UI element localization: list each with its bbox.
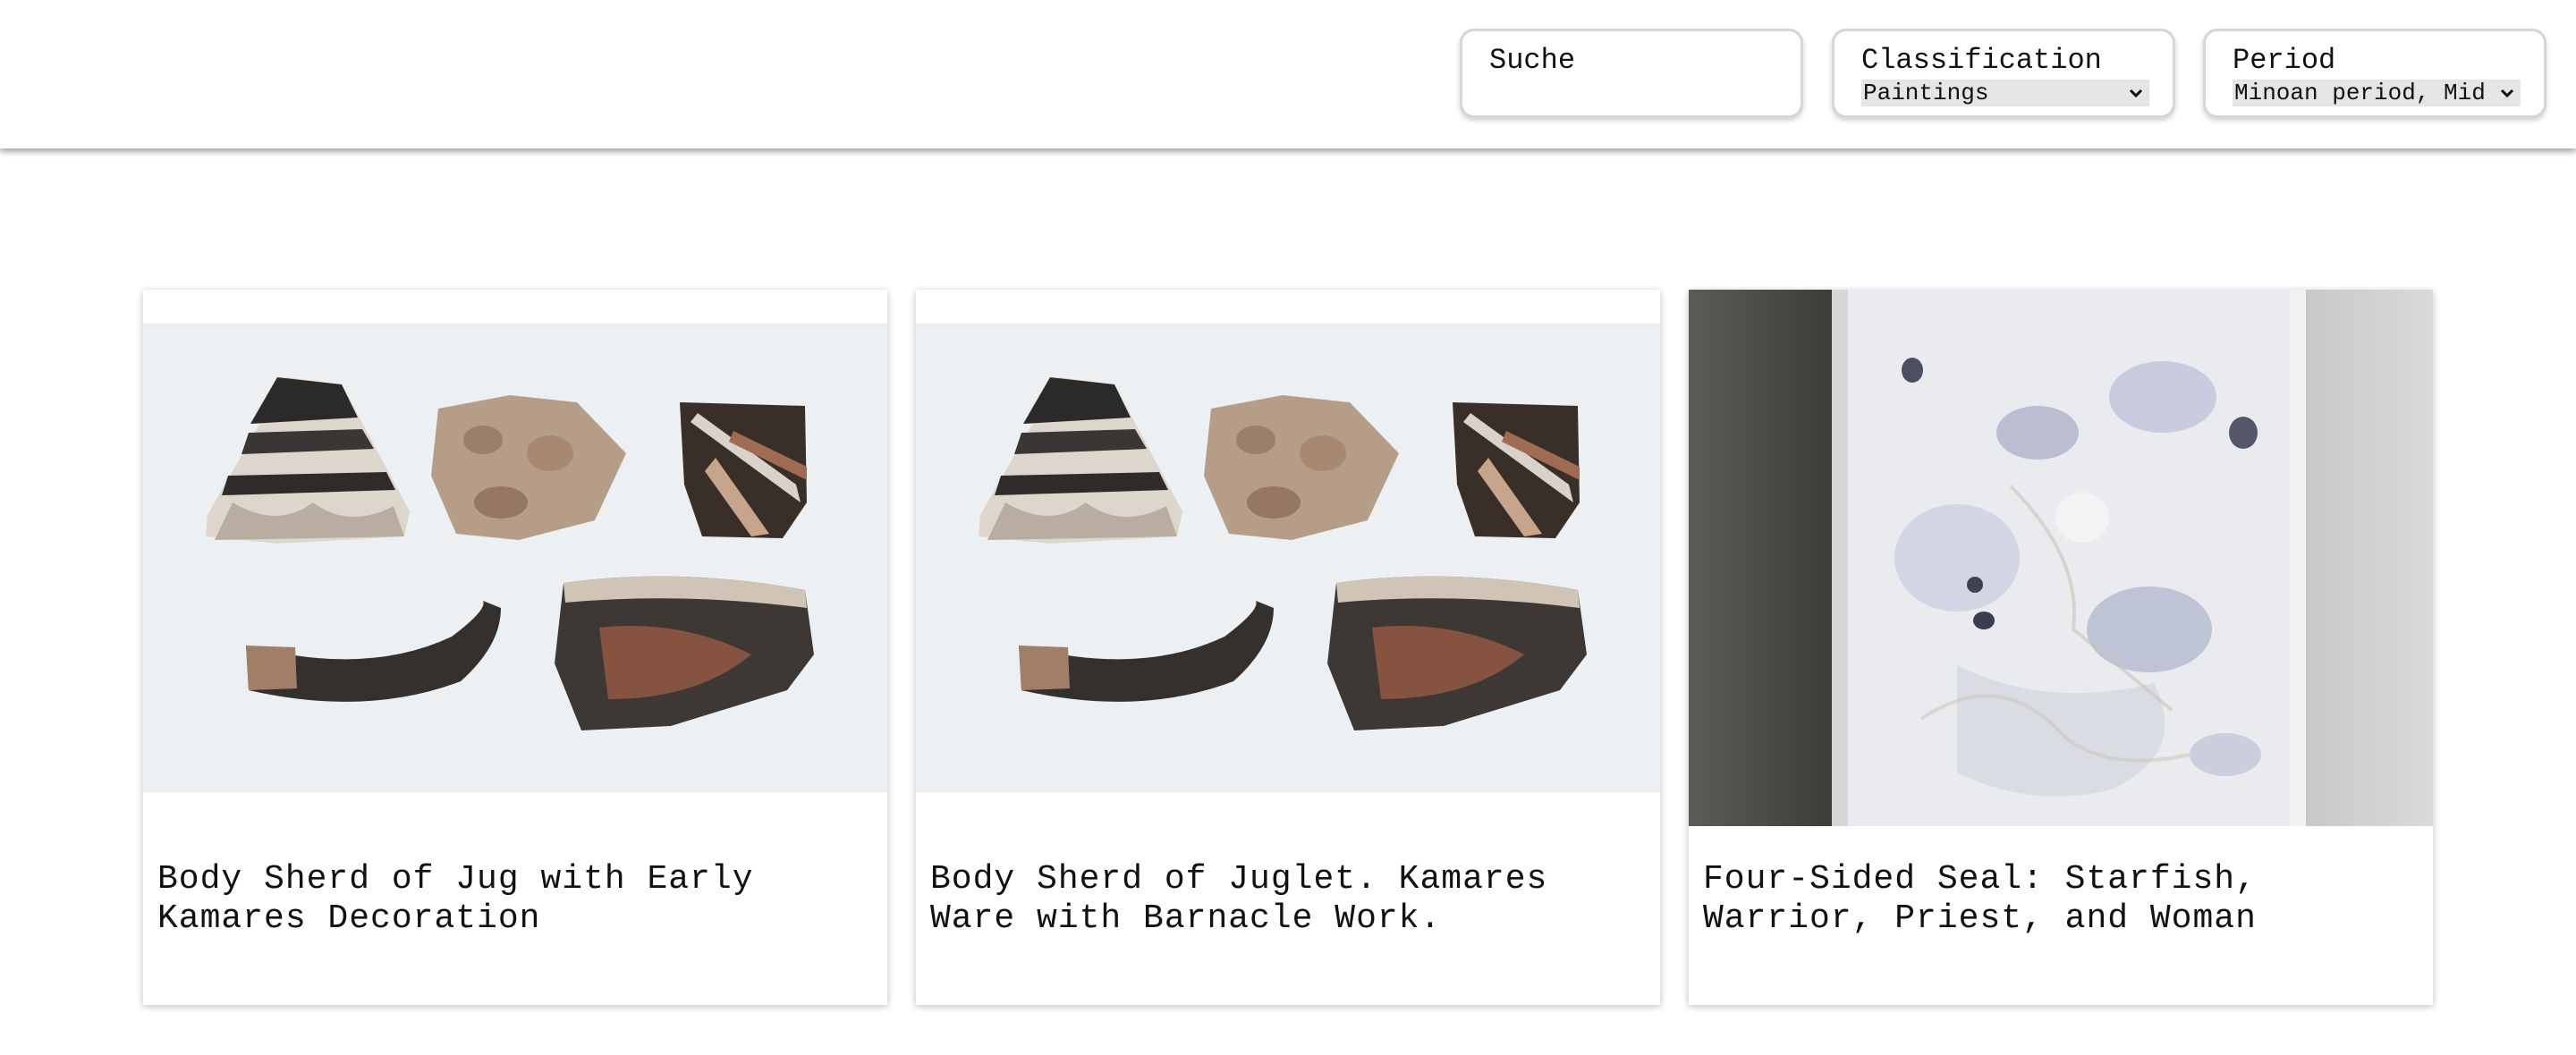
search-filter[interactable]: Suche <box>1460 29 1803 118</box>
period-selected-value: Minoan period, Mid <box>2234 80 2486 106</box>
period-label: Period <box>2233 44 2336 77</box>
result-card[interactable]: Body Sherd of Jug with Early Kamares Dec… <box>143 290 887 1005</box>
chevron-down-icon <box>2500 89 2514 98</box>
chevron-down-icon <box>2129 89 2143 98</box>
classification-filter: Classification Paintings <box>1832 29 2175 118</box>
classification-select[interactable]: Paintings <box>1861 80 2149 106</box>
search-label: Suche <box>1489 44 1576 77</box>
pottery-sherds-image <box>143 324 887 792</box>
period-filter: Period Minoan period, Mid <box>2203 29 2546 118</box>
card-title: Four-Sided Seal: Starfish, Warrior, Prie… <box>1703 860 2257 938</box>
period-select[interactable]: Minoan period, Mid <box>2233 80 2521 106</box>
result-card[interactable]: Body Sherd of Juglet. Kamares Ware with … <box>916 290 1660 1005</box>
classification-selected-value: Paintings <box>1863 80 1989 106</box>
pottery-sherds-image <box>916 324 1660 792</box>
search-input[interactable] <box>1489 78 1774 108</box>
filter-bar: Suche Classification Paintings Period Mi… <box>0 0 2576 148</box>
classification-label: Classification <box>1861 44 2102 77</box>
stone-seal-image <box>1689 290 2433 826</box>
card-title: Body Sherd of Jug with Early Kamares Dec… <box>157 860 754 938</box>
result-card[interactable]: Four-Sided Seal: Starfish, Warrior, Prie… <box>1689 290 2433 1005</box>
card-title: Body Sherd of Juglet. Kamares Ware with … <box>930 860 1548 938</box>
